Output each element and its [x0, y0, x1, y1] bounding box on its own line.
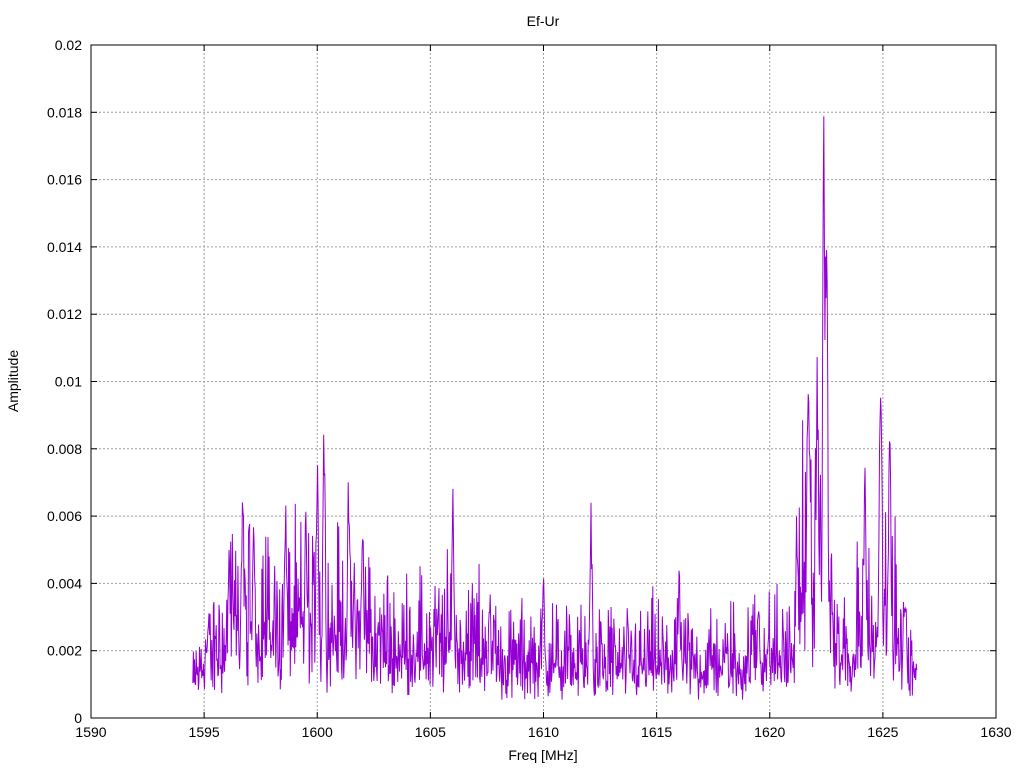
y-tick-label: 0.004 — [47, 575, 82, 591]
x-tick-label: 1605 — [415, 724, 446, 740]
x-tick-label: 1595 — [189, 724, 220, 740]
y-tick-label: 0.018 — [47, 104, 82, 120]
y-tick-label: 0.014 — [47, 239, 82, 255]
y-tick-label: 0.02 — [55, 37, 82, 53]
axis-ticks: 1590 1595 1600 1605 1610 1615 1620 1625 1630 0 0.0… — [47, 37, 1012, 740]
x-axis-label: Freq [MHz] — [508, 747, 577, 763]
y-tick-label: 0.006 — [47, 508, 82, 524]
y-tick-label: 0.002 — [47, 643, 82, 659]
x-tick-label: 1620 — [754, 724, 785, 740]
x-tick-label: 1625 — [867, 724, 898, 740]
x-tick-label: 1630 — [980, 724, 1011, 740]
y-tick-label: 0.012 — [47, 306, 82, 322]
chart-container: Ef-Ur Freq [MHz] Amplitude 1590 1595 1600 1… — [0, 0, 1024, 768]
y-tick-label: 0.016 — [47, 172, 82, 188]
y-tick-label: 0.008 — [47, 441, 82, 457]
y-tick-label: 0 — [74, 710, 82, 726]
x-tick-label: 1615 — [641, 724, 672, 740]
series-line-amplitude — [192, 116, 918, 700]
x-tick-label: 1600 — [302, 724, 333, 740]
x-tick-label: 1590 — [75, 724, 106, 740]
y-tick-label: 0.01 — [55, 374, 82, 390]
x-tick-label: 1610 — [528, 724, 559, 740]
chart-title: Ef-Ur — [527, 13, 560, 29]
y-axis-label: Amplitude — [5, 350, 21, 412]
chart-svg: Ef-Ur Freq [MHz] Amplitude 1590 1595 1600 1… — [5, 13, 1012, 763]
series-amplitude — [192, 116, 918, 700]
